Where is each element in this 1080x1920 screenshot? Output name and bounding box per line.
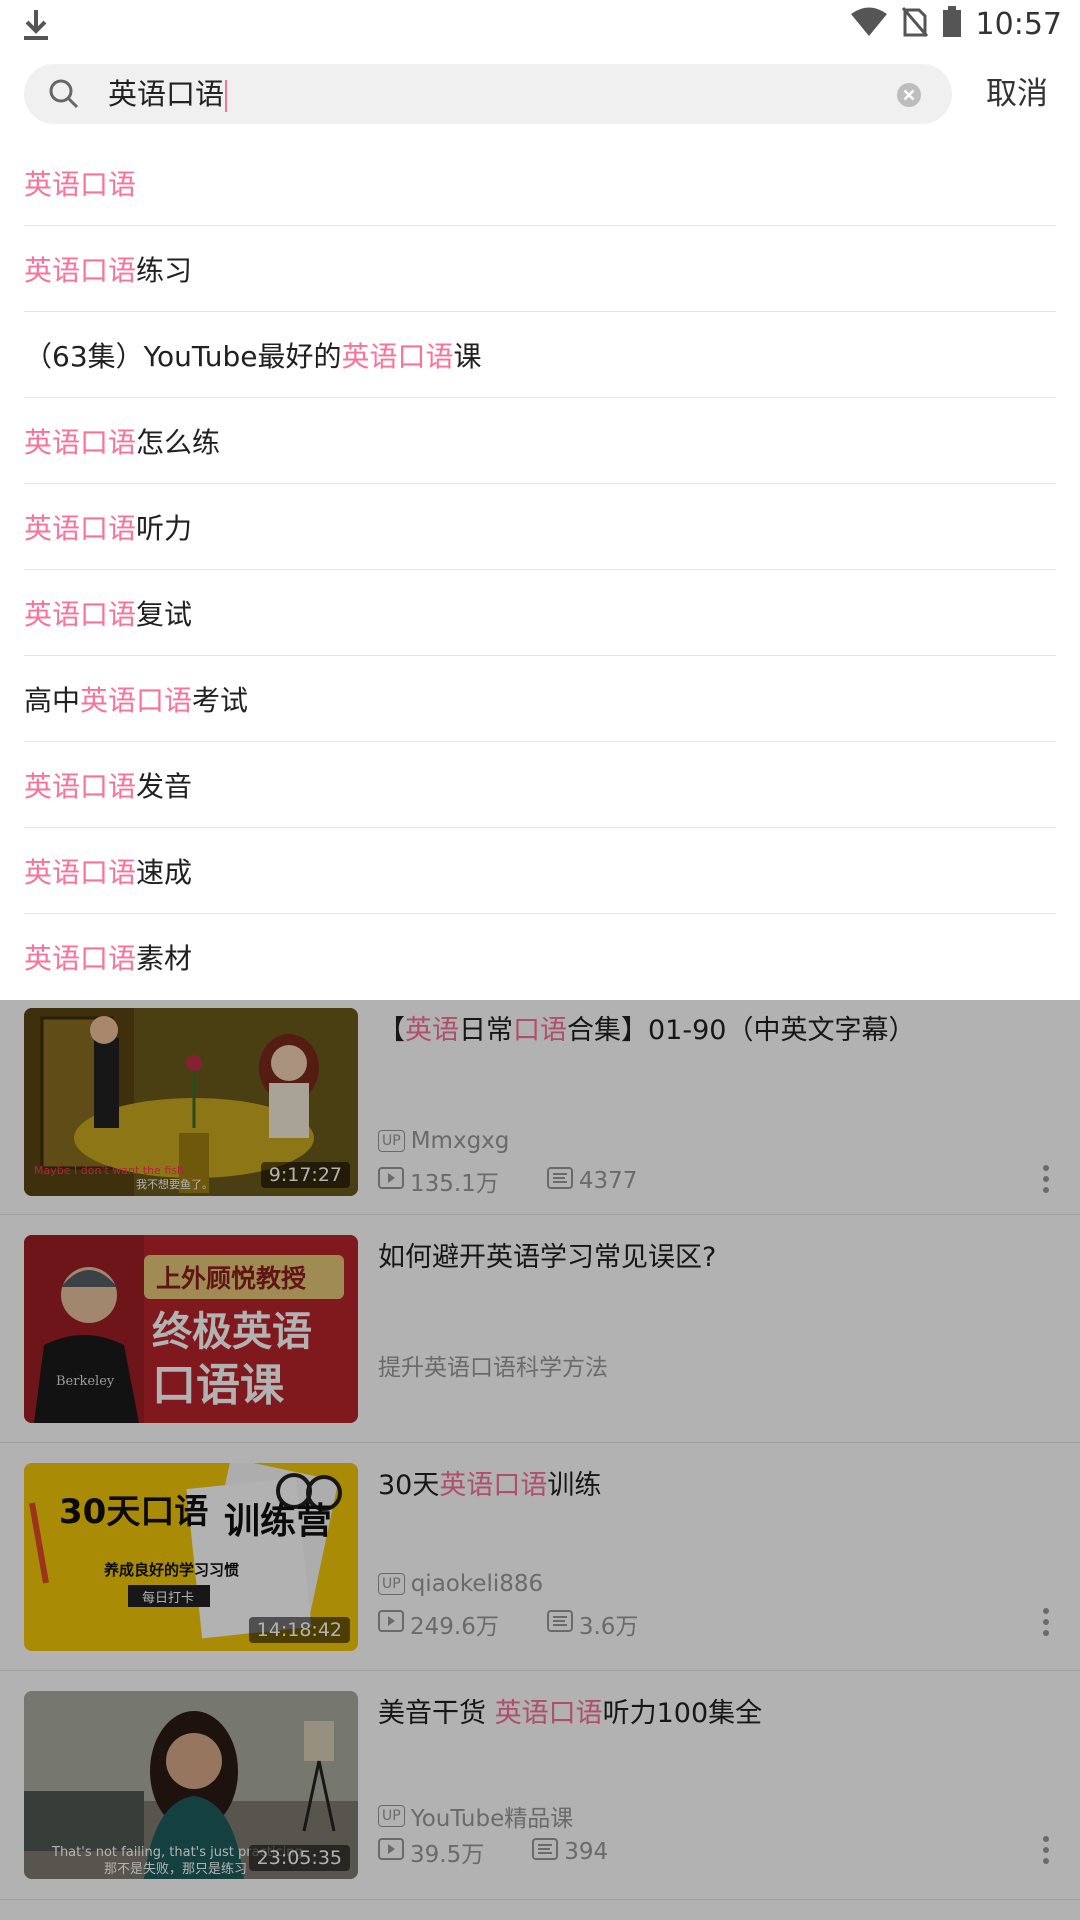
clear-icon[interactable] (896, 82, 922, 112)
suggestion-highlight: 英语口语 (24, 511, 137, 545)
status-time: 10:57 (975, 6, 1062, 42)
suggestion-highlight: 英语口语 (24, 425, 137, 459)
suggestion-item[interactable]: 英语口语 复试 (24, 570, 1056, 656)
search-bar: 英语口语 取消 (0, 50, 1080, 138)
dim-overlay[interactable] (0, 1000, 1080, 1920)
suggestion-highlight: 英语口语 (24, 769, 137, 803)
suggestion-text: 怎么练 (136, 425, 221, 459)
search-input[interactable]: 英语口语 (108, 64, 228, 124)
status-bar: 10:57 (0, 0, 1080, 50)
suggestion-highlight: 英语口语 (24, 942, 137, 975)
suggestion-text: 练习 (136, 253, 193, 287)
suggestion-item[interactable]: 英语口语 发音 (24, 742, 1056, 828)
suggestion-text: 高中 (24, 683, 81, 717)
cancel-button[interactable]: 取消 (986, 60, 1048, 128)
suggestion-item[interactable]: 英语口语 听力 (24, 484, 1056, 570)
search-query: 英语口语 (108, 77, 225, 111)
suggestion-text: 复试 (136, 597, 193, 631)
download-icon (22, 8, 50, 46)
suggestion-highlight: 英语口语 (24, 855, 137, 889)
text-caret (225, 80, 228, 112)
suggestion-text: 考试 (192, 683, 249, 717)
suggestion-text: 发音 (136, 769, 193, 803)
suggestion-item[interactable]: 英语口语 练习 (24, 226, 1056, 312)
wifi-icon (850, 7, 888, 41)
suggestion-highlight: 英语口语 (80, 683, 193, 717)
suggestion-item[interactable]: 高中 英语口语 考试 (24, 656, 1056, 742)
search-box[interactable]: 英语口语 (24, 64, 952, 124)
suggestion-highlight: 英语口语 (24, 167, 137, 201)
suggestion-list: 英语口语 英语口语 练习 （63集）YouTube最好的 英语口语课英语口语 怎么练 英语口… (0, 140, 1080, 1000)
suggestion-text: （63集）YouTube最好的 (24, 339, 342, 373)
suggestion-item[interactable]: 英语口语 速成 (24, 828, 1056, 914)
suggestion-item[interactable]: 英语口语 (24, 140, 1056, 226)
suggestion-item[interactable]: 英语口语 怎么练 (24, 398, 1056, 484)
suggestion-text: 素材 (136, 942, 193, 975)
suggestion-text: 课 (453, 339, 482, 373)
suggestion-text: 速成 (136, 855, 193, 889)
suggestion-highlight: 英语口语 (341, 339, 454, 373)
suggestion-item[interactable]: 英语口语 素材 (24, 914, 1056, 1000)
search-icon (48, 78, 80, 114)
suggestion-item[interactable]: （63集）YouTube最好的 英语口语课 (24, 312, 1056, 398)
suggestion-text: 听力 (136, 511, 193, 545)
suggestion-highlight: 英语口语 (24, 253, 137, 287)
no-sim-icon (901, 6, 928, 42)
battery-icon (942, 6, 962, 42)
suggestion-highlight: 英语口语 (24, 597, 137, 631)
